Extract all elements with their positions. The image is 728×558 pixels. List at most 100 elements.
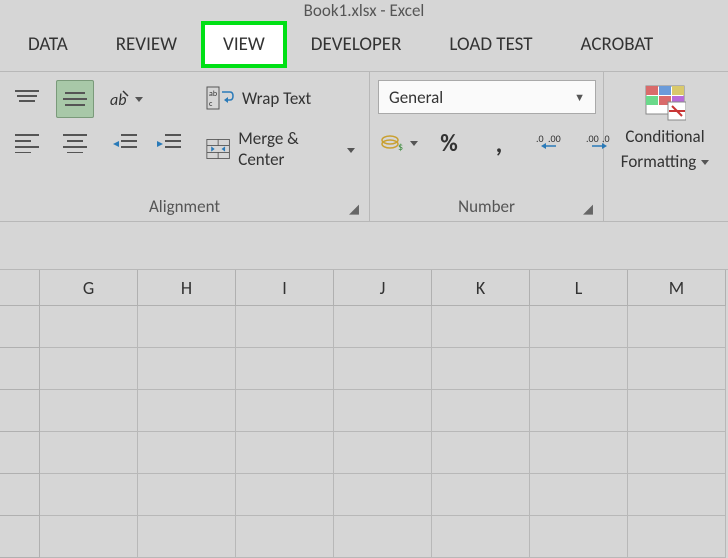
row-header[interactable] xyxy=(0,306,40,348)
cell[interactable] xyxy=(432,390,530,432)
grid-row xyxy=(0,390,728,432)
cell[interactable] xyxy=(138,432,236,474)
tab-data[interactable]: DATA xyxy=(4,23,92,66)
cell[interactable] xyxy=(530,516,628,558)
formula-bar-area xyxy=(0,222,728,270)
grid-row xyxy=(0,306,728,348)
cell[interactable] xyxy=(628,474,726,516)
increase-decimal-icon: .0.00 xyxy=(536,132,562,154)
cell[interactable] xyxy=(432,432,530,474)
percent-button[interactable]: % xyxy=(430,124,468,162)
cell[interactable] xyxy=(334,306,432,348)
cell[interactable] xyxy=(40,306,138,348)
merge-center-dropdown[interactable] xyxy=(342,139,355,160)
align-top-button[interactable] xyxy=(8,80,46,118)
cell[interactable] xyxy=(334,432,432,474)
cell[interactable] xyxy=(628,348,726,390)
cell[interactable] xyxy=(40,516,138,558)
cell[interactable] xyxy=(530,390,628,432)
cell[interactable] xyxy=(40,390,138,432)
svg-text:c: c xyxy=(209,99,213,109)
group-number: General ▼ $ % , .0.00 .00.0 xyxy=(370,72,604,221)
row-header[interactable] xyxy=(0,432,40,474)
column-header-i[interactable]: I xyxy=(236,270,334,306)
cell[interactable] xyxy=(138,390,236,432)
cell[interactable] xyxy=(138,474,236,516)
align-center-button[interactable] xyxy=(56,124,94,162)
cell[interactable] xyxy=(628,390,726,432)
cell[interactable] xyxy=(334,474,432,516)
increase-indent-icon xyxy=(157,133,181,153)
cell[interactable] xyxy=(138,306,236,348)
cell[interactable] xyxy=(236,516,334,558)
cell[interactable] xyxy=(432,516,530,558)
grid-row xyxy=(0,474,728,516)
cell[interactable] xyxy=(236,348,334,390)
grid-rows xyxy=(0,306,728,558)
cell[interactable] xyxy=(138,516,236,558)
tab-view[interactable]: VIEW xyxy=(205,25,283,64)
tab-acrobat[interactable]: ACROBAT xyxy=(557,23,678,66)
cell[interactable] xyxy=(530,474,628,516)
conditional-formatting-button[interactable]: Conditional Formatting xyxy=(613,80,718,176)
wrap-text-icon: abc xyxy=(206,86,234,110)
cell[interactable] xyxy=(138,348,236,390)
column-header-j[interactable]: J xyxy=(334,270,432,306)
wrap-text-button[interactable]: abc Wrap Text xyxy=(200,82,361,114)
decrease-indent-icon xyxy=(113,133,137,153)
increase-indent-button[interactable] xyxy=(150,124,188,162)
svg-text:ab: ab xyxy=(209,89,217,99)
row-header[interactable] xyxy=(0,390,40,432)
comma-button[interactable]: , xyxy=(480,124,518,162)
tab-view-highlight: VIEW xyxy=(201,21,287,68)
accounting-format-button[interactable]: $ xyxy=(380,124,418,162)
row-header[interactable] xyxy=(0,348,40,390)
tab-developer[interactable]: DEVELOPER xyxy=(287,23,426,66)
column-header-m[interactable]: M xyxy=(628,270,726,306)
conditional-line1: Conditional xyxy=(625,126,704,147)
column-header-k[interactable]: K xyxy=(432,270,530,306)
cell[interactable] xyxy=(40,348,138,390)
cell[interactable] xyxy=(40,474,138,516)
decrease-indent-button[interactable] xyxy=(106,124,144,162)
number-dialog-launcher[interactable]: ◢ xyxy=(583,202,593,217)
conditional-line2: Formatting xyxy=(621,151,697,172)
cell[interactable] xyxy=(236,474,334,516)
cell[interactable] xyxy=(530,348,628,390)
cell[interactable] xyxy=(334,516,432,558)
align-left-button[interactable] xyxy=(8,124,46,162)
cell[interactable] xyxy=(530,306,628,348)
cell[interactable] xyxy=(530,432,628,474)
conditional-formatting-icon xyxy=(644,84,686,122)
column-header-g[interactable]: G xyxy=(40,270,138,306)
chevron-down-icon: ▼ xyxy=(574,91,585,104)
column-header-h[interactable]: H xyxy=(138,270,236,306)
cell[interactable] xyxy=(236,390,334,432)
merge-center-label: Merge & Center xyxy=(238,128,334,170)
cell[interactable] xyxy=(432,474,530,516)
alignment-dialog-launcher[interactable]: ◢ xyxy=(349,202,359,217)
row-header[interactable] xyxy=(0,474,40,516)
increase-decimal-button[interactable]: .0.00 xyxy=(530,124,568,162)
row-header[interactable] xyxy=(0,516,40,558)
cell[interactable] xyxy=(236,432,334,474)
orientation-button[interactable]: ab xyxy=(106,80,144,118)
grid-row xyxy=(0,432,728,474)
column-header-l[interactable]: L xyxy=(530,270,628,306)
number-format-dropdown[interactable]: General ▼ xyxy=(378,80,596,114)
cell[interactable] xyxy=(628,432,726,474)
select-all-corner[interactable] xyxy=(0,270,40,306)
cell[interactable] xyxy=(432,348,530,390)
cell[interactable] xyxy=(40,432,138,474)
cell[interactable] xyxy=(628,516,726,558)
tab-load-test[interactable]: LOAD TEST xyxy=(425,23,556,66)
merge-center-button[interactable]: Merge & Center xyxy=(200,124,361,174)
align-top-icon xyxy=(15,89,39,109)
cell[interactable] xyxy=(628,306,726,348)
tab-review[interactable]: REVIEW xyxy=(92,23,201,66)
align-middle-button[interactable] xyxy=(56,80,94,118)
cell[interactable] xyxy=(334,390,432,432)
cell[interactable] xyxy=(334,348,432,390)
cell[interactable] xyxy=(432,306,530,348)
cell[interactable] xyxy=(236,306,334,348)
